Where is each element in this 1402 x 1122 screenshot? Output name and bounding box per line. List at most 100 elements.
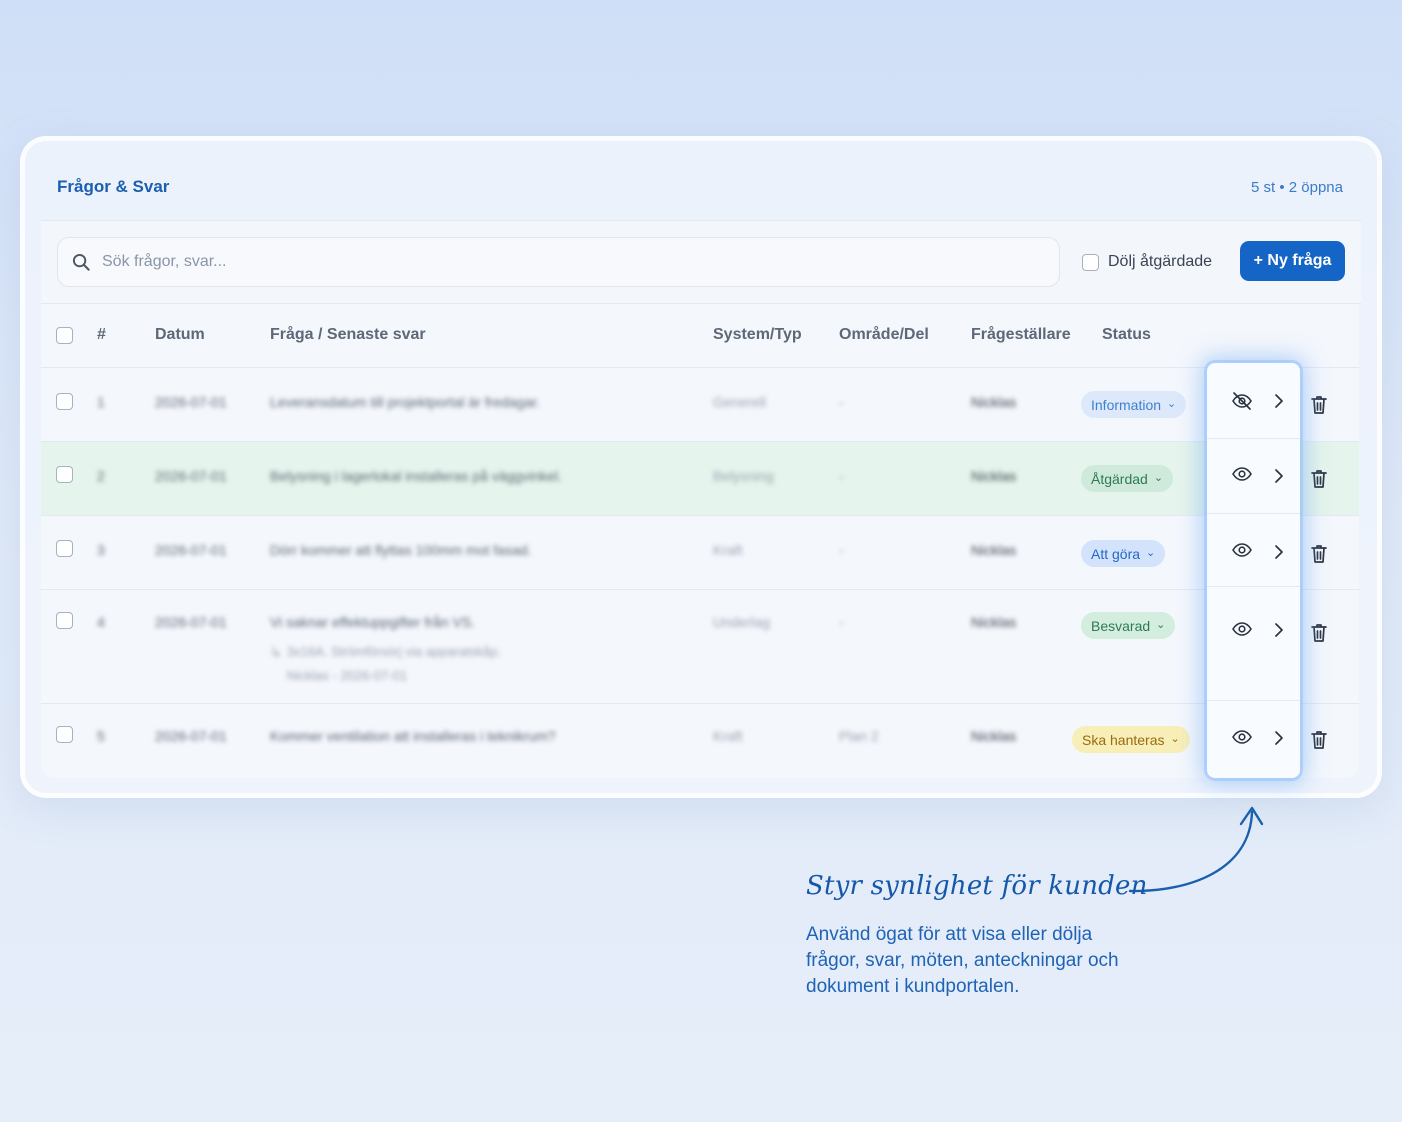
table-row[interactable]: 1 2026-07-01 Leveransdatum till projektp… bbox=[41, 368, 1359, 442]
status-dropdown[interactable]: Att göra ⌄ bbox=[1081, 540, 1166, 567]
status-label: Att göra bbox=[1091, 545, 1141, 562]
hide-done-label: Dölj åtgärdade bbox=[1108, 253, 1213, 270]
row-system: Belysning bbox=[713, 468, 774, 484]
select-all-checkbox[interactable] bbox=[56, 327, 73, 344]
row-asker: Nicklas bbox=[971, 468, 1017, 484]
col-date[interactable]: Datum bbox=[155, 326, 205, 344]
divider bbox=[1207, 700, 1300, 701]
row-reply-meta: Nicklas - 2026-07-01 bbox=[287, 668, 407, 683]
chevron-down-icon: ⌄ bbox=[1153, 472, 1164, 484]
chevron-down-icon: ⌄ bbox=[1167, 398, 1177, 410]
row-area: - bbox=[839, 614, 844, 630]
table-row[interactable]: 4 2026-07-01 Vi saknar effektuppgifter f… bbox=[41, 590, 1359, 704]
row-date: 2026-07-01 bbox=[155, 542, 227, 558]
divider bbox=[1207, 586, 1300, 587]
chevron-right-icon[interactable] bbox=[1274, 544, 1284, 560]
table-row[interactable]: 2 2026-07-01 Belysning i lagerlokal inst… bbox=[41, 442, 1359, 516]
search-input[interactable] bbox=[102, 238, 1042, 286]
row-date: 2026-07-01 bbox=[155, 394, 227, 410]
search-box[interactable] bbox=[57, 237, 1060, 287]
questions-table: # Datum Fråga / Senaste svar System/Typ … bbox=[41, 304, 1359, 778]
row-system: Underlag bbox=[713, 614, 770, 630]
eye-icon[interactable] bbox=[1231, 542, 1253, 558]
chevron-right-icon[interactable] bbox=[1274, 730, 1284, 746]
trash-icon[interactable] bbox=[1310, 395, 1328, 415]
row-date: 2026-07-01 bbox=[155, 614, 227, 630]
eye-icon[interactable] bbox=[1231, 621, 1253, 637]
row-checkbox[interactable] bbox=[56, 612, 73, 629]
chevron-down-icon: ⌄ bbox=[1146, 547, 1156, 559]
trash-icon[interactable] bbox=[1310, 469, 1328, 489]
row-system: Generell bbox=[713, 394, 766, 410]
row-checkbox[interactable] bbox=[56, 540, 73, 557]
row-checkbox[interactable] bbox=[56, 726, 73, 743]
row-area: - bbox=[839, 542, 844, 558]
table-row[interactable]: 3 2026-07-01 Dörr kommer att flyttas 100… bbox=[41, 516, 1359, 590]
row-number: 3 bbox=[97, 542, 105, 558]
row-reply: 3x16A. Strömförsörj via apparatskåp. bbox=[287, 644, 501, 659]
row-checkbox[interactable] bbox=[56, 466, 73, 483]
col-asker[interactable]: Frågeställare bbox=[971, 326, 1071, 344]
status-label: Åtgärdad bbox=[1091, 470, 1148, 487]
chevron-down-icon: ⌄ bbox=[1156, 619, 1166, 631]
trash-icon[interactable] bbox=[1310, 623, 1328, 643]
col-system[interactable]: System/Typ bbox=[713, 326, 802, 344]
new-question-button[interactable]: + Ny fråga bbox=[1240, 241, 1345, 281]
row-question[interactable]: Vi saknar effektuppgifter från VS. bbox=[270, 614, 475, 630]
row-area: Plan 2 bbox=[839, 728, 879, 744]
eye-off-icon[interactable] bbox=[1231, 391, 1253, 411]
row-question[interactable]: Kommer ventilation att installeras i tek… bbox=[270, 728, 556, 744]
row-question[interactable]: Dörr kommer att flyttas 100mm mot fasad. bbox=[270, 542, 531, 558]
eye-icon[interactable] bbox=[1231, 466, 1253, 482]
row-area: - bbox=[839, 468, 844, 484]
status-label: Information bbox=[1091, 396, 1162, 413]
eye-icon[interactable] bbox=[1231, 729, 1253, 745]
status-dropdown[interactable]: Åtgärdad ⌄ bbox=[1081, 465, 1174, 492]
chevron-right-icon[interactable] bbox=[1274, 393, 1284, 409]
search-icon bbox=[72, 253, 90, 271]
row-date: 2026-07-01 bbox=[155, 728, 227, 744]
chevron-right-icon[interactable] bbox=[1274, 468, 1284, 484]
visibility-column-highlight bbox=[1207, 363, 1300, 778]
table-row[interactable]: 5 2026-07-01 Kommer ventilation att inst… bbox=[41, 704, 1359, 778]
table-header: # Datum Fråga / Senaste svar System/Typ … bbox=[41, 304, 1359, 368]
col-number[interactable]: # bbox=[97, 326, 106, 344]
col-area[interactable]: Område/Del bbox=[839, 326, 929, 344]
trash-icon[interactable] bbox=[1310, 730, 1328, 750]
row-asker: Nicklas bbox=[971, 728, 1017, 744]
toolbar: Dölj åtgärdade + Ny fråga bbox=[41, 220, 1361, 304]
reply-icon: ↳ bbox=[270, 644, 282, 660]
status-dropdown[interactable]: Ska hanteras ⌄ bbox=[1072, 726, 1190, 753]
question-count: 5 st • 2 öppna bbox=[1251, 179, 1343, 196]
row-area: - bbox=[839, 394, 844, 410]
row-system: Kraft bbox=[713, 728, 743, 744]
row-asker: Nicklas bbox=[971, 614, 1017, 630]
row-date: 2026-07-01 bbox=[155, 468, 227, 484]
status-dropdown[interactable]: Information ⌄ bbox=[1081, 391, 1187, 418]
divider bbox=[1207, 438, 1300, 439]
row-asker: Nicklas bbox=[971, 394, 1017, 410]
hide-done-checkbox[interactable] bbox=[1082, 253, 1099, 271]
trash-icon[interactable] bbox=[1310, 544, 1328, 564]
row-number: 4 bbox=[97, 614, 105, 630]
row-checkbox[interactable] bbox=[56, 393, 73, 410]
chevron-down-icon: ⌄ bbox=[1170, 733, 1180, 745]
callout-title: Styr synlighet för kunden bbox=[806, 871, 1148, 901]
status-label: Besvarad bbox=[1091, 617, 1151, 634]
status-label: Ska hanteras bbox=[1082, 731, 1165, 748]
row-number: 2 bbox=[97, 468, 105, 484]
row-number: 5 bbox=[97, 728, 105, 744]
divider bbox=[1207, 513, 1300, 514]
row-question[interactable]: Leveransdatum till projektportal är fred… bbox=[270, 394, 540, 410]
row-number: 1 bbox=[97, 394, 105, 410]
status-dropdown[interactable]: Besvarad ⌄ bbox=[1081, 612, 1176, 639]
chevron-right-icon[interactable] bbox=[1274, 622, 1284, 638]
row-asker: Nicklas bbox=[971, 542, 1017, 558]
qa-card: Frågor & Svar 5 st • 2 öppna Dölj åtgärd… bbox=[20, 136, 1382, 798]
row-system: Kraft bbox=[713, 542, 743, 558]
card-title: Frågor & Svar bbox=[57, 177, 170, 196]
col-question[interactable]: Fråga / Senaste svar bbox=[270, 326, 426, 344]
col-status[interactable]: Status bbox=[1102, 326, 1151, 344]
hide-done-toggle[interactable]: Dölj åtgärdade bbox=[1082, 253, 1212, 271]
row-question[interactable]: Belysning i lagerlokal installeras på vä… bbox=[270, 468, 562, 484]
